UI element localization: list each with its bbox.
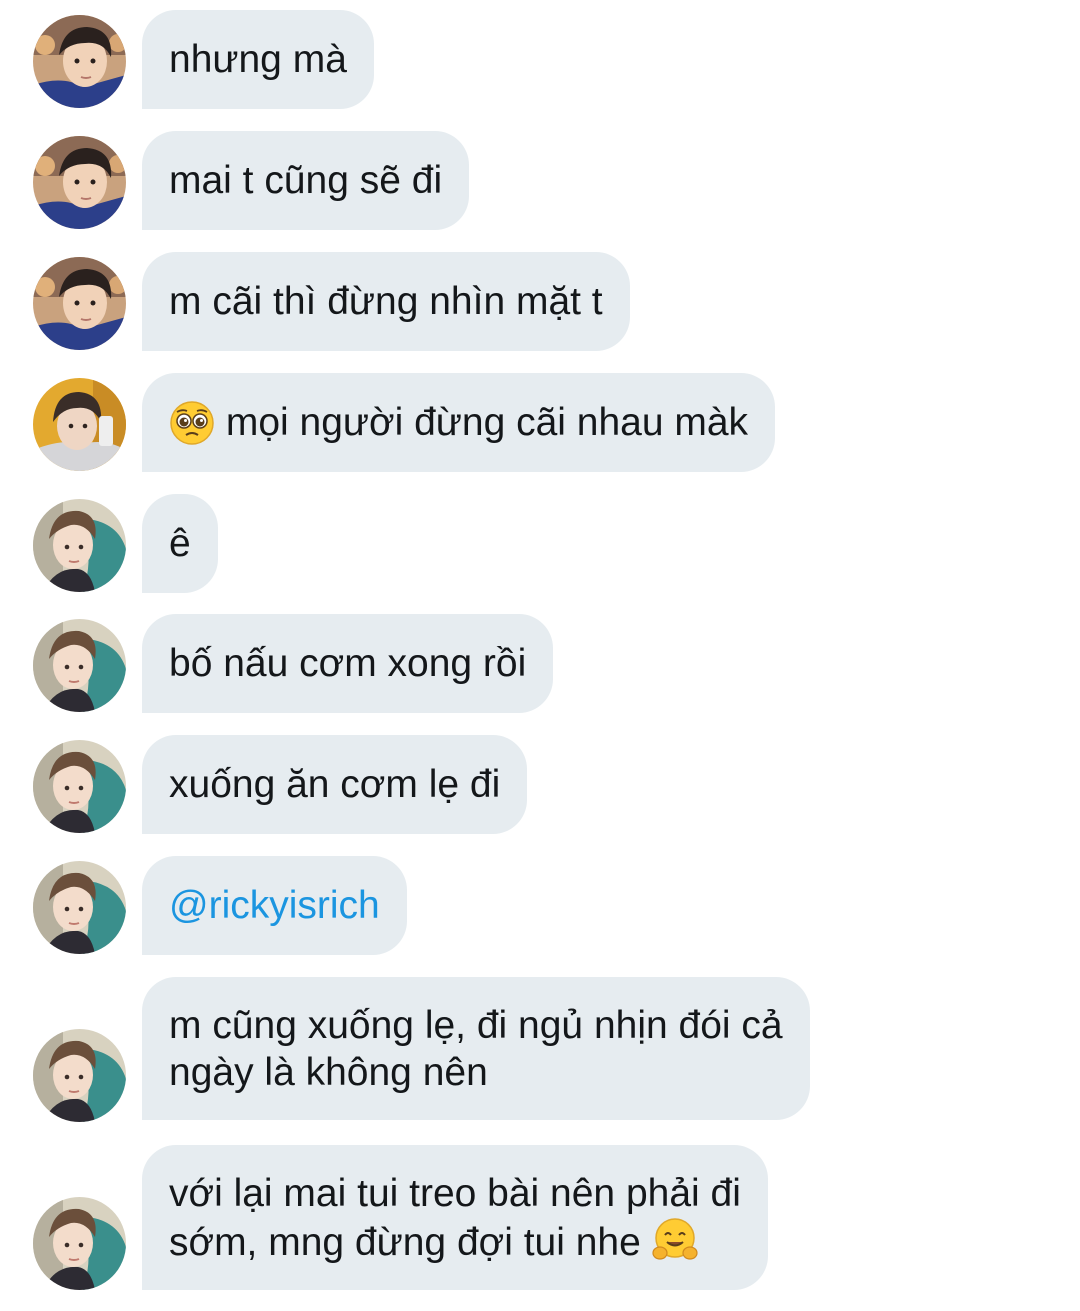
message-bubble: nhưng mà [142,10,374,109]
message-text: mọi người đừng cãi nhau màk [225,401,749,444]
message-text: nhưng mà [169,38,347,81]
avatar[interactable] [33,136,126,229]
message-text: m cãi thì đừng nhìn mặt t [169,280,603,323]
message-bubble: ê [142,494,218,593]
avatar[interactable] [33,499,126,592]
pleading-face-emoji [169,400,215,446]
avatar[interactable] [33,15,126,108]
message-text-line: sớm, mng đừng đợi tui nhe [169,1217,741,1266]
message-bubble: bố nấu cơm xong rồi [142,614,554,713]
message-text: sớm, mng đừng đợi tui nhe [169,1221,641,1264]
message-bubble: m cũng xuống lẹ, đi ngủ nhịn đói cả ngày… [142,977,810,1120]
message-text: mai t cũng sẽ đi [169,159,443,202]
hugging-face-emoji [652,1217,698,1263]
avatar[interactable] [33,378,126,471]
avatar[interactable] [33,257,126,350]
message-bubble: @rickyisrich [142,856,407,955]
message-bubble: với lại mai tui treo bài nên phải đi sớm… [142,1145,768,1290]
message-bubble: m cãi thì đừng nhìn mặt t [142,252,630,351]
mention-link[interactable]: @rickyisrich [169,882,380,929]
avatar[interactable] [33,1197,126,1290]
message-text: xuống ăn cơm lẹ đi [169,763,501,806]
message-bubble: mọi người đừng cãi nhau màk [142,373,776,472]
avatar[interactable] [33,619,126,712]
message-text-line: m cũng xuống lẹ, đi ngủ nhịn đói cả [169,1004,783,1047]
avatar[interactable] [33,1029,126,1122]
avatar[interactable] [33,740,126,833]
avatar[interactable] [33,861,126,954]
message-bubble: mai t cũng sẽ đi [142,131,470,230]
message-bubble: xuống ăn cơm lẹ đi [142,735,528,834]
message-text: ê [169,522,191,565]
message-text-line: với lại mai tui treo bài nên phải đi [169,1172,741,1215]
message-text-line: ngày là không nên [169,1051,488,1094]
message-text: bố nấu cơm xong rồi [169,642,527,685]
